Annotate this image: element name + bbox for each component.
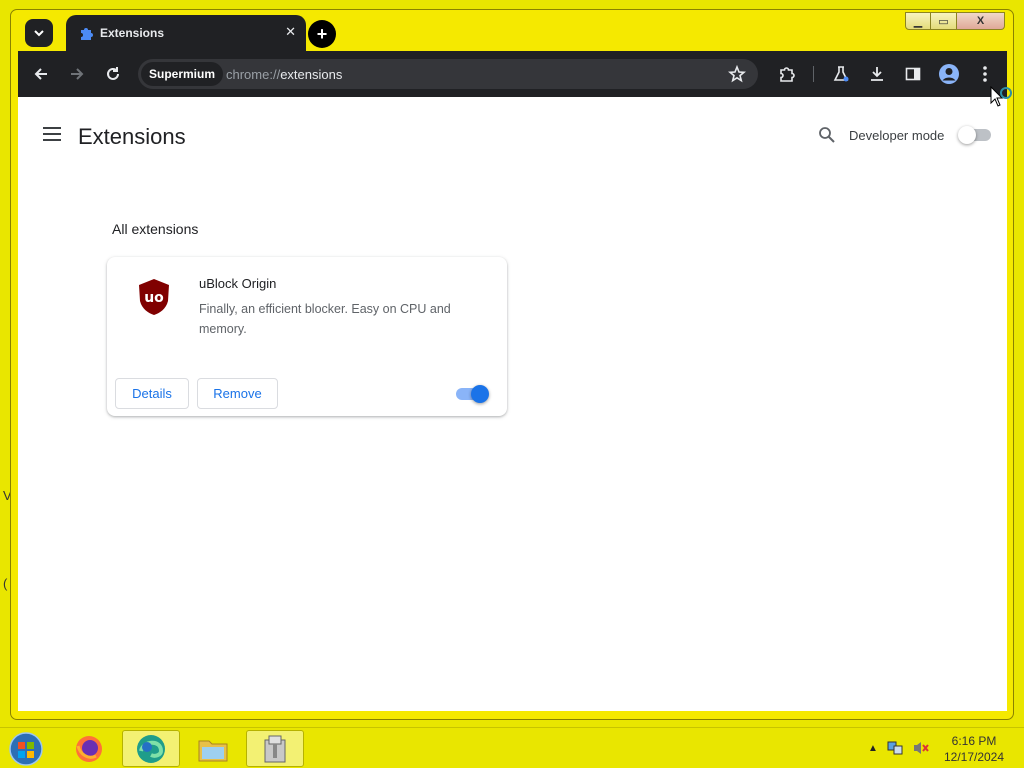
close-window-button[interactable]: X [957,12,1005,30]
edge-icon [137,734,165,763]
forward-button[interactable] [65,62,89,86]
system-tray: ▲ [868,740,930,756]
puzzle-piece-icon [81,28,93,40]
new-tab-button[interactable]: + [308,20,336,48]
maximize-button[interactable]: ▭ [931,12,957,30]
tab-title: Extensions [100,26,165,40]
toolbar: Supermium chrome://extensions [18,51,1007,97]
reload-icon [107,67,119,80]
arrow-right-icon [71,68,84,80]
bookmark-star-icon[interactable] [728,65,746,83]
tab-search-button[interactable] [25,19,53,47]
start-button[interactable] [6,730,46,768]
url-text[interactable]: chrome://extensions [226,67,342,82]
network-icon[interactable] [886,740,904,756]
ublock-shield-icon: uo [139,279,169,315]
browser-chip[interactable]: Supermium [141,62,224,86]
file-explorer-icon [198,740,228,761]
taskbar-file-explorer[interactable] [184,730,242,767]
address-bar[interactable]: Supermium chrome://extensions [138,59,758,89]
side-panel-button[interactable] [901,62,925,86]
tab-extensions[interactable]: Extensions ✕ [66,15,306,52]
side-panel-icon [905,67,921,81]
section-title: All extensions [112,221,199,237]
flask-icon [833,66,849,82]
extension-name: uBlock Origin [199,276,277,291]
downloads-button[interactable] [865,62,889,86]
search-icon[interactable] [818,126,836,144]
tab-close-icon[interactable]: ✕ [285,24,296,40]
toolbar-divider [813,66,814,82]
taskbar-clock[interactable]: 6:16 PM 12/17/2024 [936,733,1012,765]
arrow-left-icon [34,68,47,80]
extensions-button[interactable] [775,62,799,86]
taskbar: ▲ 6:16 PM 12/17/2024 [0,727,1024,768]
windows-orb-icon [9,732,43,766]
more-vert-icon [983,66,987,82]
extension-card: uo uBlock Origin Finally, an efficient b… [107,257,507,416]
chevron-down-icon [34,30,44,37]
hamburger-menu-icon[interactable] [43,127,61,141]
url-path: extensions [280,67,343,82]
toggle-knob [471,385,489,403]
avatar-icon [939,64,959,84]
taskbar-archive[interactable] [246,730,304,767]
reload-button[interactable] [101,62,125,86]
menu-button[interactable] [973,62,997,86]
toggle-knob [958,126,976,144]
profile-button[interactable] [937,62,961,86]
remove-button[interactable]: Remove [197,378,278,409]
developer-mode-label: Developer mode [849,128,945,143]
back-button[interactable] [29,62,53,86]
extensions-page: Extensions Developer mode All extensions… [18,97,1007,711]
clock-time: 6:16 PM [951,734,997,748]
puzzle-piece-icon [780,67,795,82]
taskbar-firefox[interactable] [60,730,118,767]
url-scheme: chrome:// [226,67,281,82]
ublock-icon-text: uo [144,290,164,306]
extension-enable-toggle[interactable] [456,385,489,403]
details-button[interactable]: Details [115,378,189,409]
mouse-cursor-icon [990,86,1012,107]
clock-date: 12/17/2024 [943,750,1005,764]
desktop-glyph: ( [3,576,8,591]
archive-icon [264,735,286,762]
page-title: Extensions [78,124,186,149]
extension-description: Finally, an efficient blocker. Easy on C… [199,302,451,336]
taskbar-browser[interactable] [122,730,180,767]
firefox-icon [76,735,102,762]
tray-expand-icon[interactable]: ▲ [868,743,878,754]
tab-strip: Extensions ✕ + [17,15,917,52]
download-icon [871,67,883,81]
browser-window: ▁ ▭ X Extensions ✕ + Supermium chrome://… [10,9,1014,720]
window-controls: ▁ ▭ X [905,12,1005,30]
volume-muted-icon[interactable] [912,740,930,756]
labs-button[interactable] [829,62,853,86]
developer-mode-toggle[interactable] [958,126,991,144]
